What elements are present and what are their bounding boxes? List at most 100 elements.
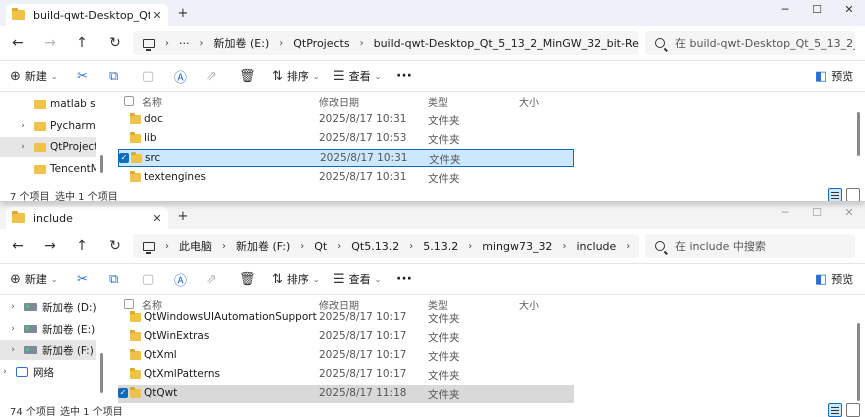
column-type[interactable]: 类型	[428, 94, 448, 109]
select-all-checkbox[interactable]	[124, 299, 134, 309]
add-icon[interactable]: +	[176, 209, 190, 224]
chevron-right-icon[interactable]: ›	[626, 241, 630, 252]
preview-button[interactable]: ◧ 预览	[815, 264, 853, 294]
cut-button[interactable]: ✂	[77, 61, 92, 91]
column-date[interactable]: 修改日期	[319, 94, 359, 109]
new-button[interactable]: ⊕ 新建 ⌄	[10, 264, 58, 294]
close-window-icon[interactable]: ✕	[842, 206, 856, 219]
breadcrumb-item[interactable]: QtProjects	[293, 37, 349, 50]
drive-icon	[24, 303, 37, 311]
sort-button[interactable]: ⇅ 排序 ⌄	[272, 264, 320, 294]
breadcrumb-item[interactable]: include	[576, 240, 616, 253]
forward-icon[interactable]: →	[40, 26, 60, 60]
refresh-icon[interactable]: ↻	[105, 26, 125, 60]
checkmark-icon[interactable]: ✓	[118, 388, 128, 398]
share-button[interactable]: ⇗	[206, 61, 221, 91]
chevron-right-icon[interactable]: ›	[8, 324, 18, 334]
search-input[interactable]: 在 build-qwt-Desktop_Qt_5_13_2_MinGW_	[645, 31, 855, 55]
refresh-icon[interactable]: ↻	[105, 229, 125, 263]
sidebar-item[interactable]: › 新加卷 (E:)	[0, 319, 96, 339]
chevron-right-icon[interactable]: ›	[8, 345, 18, 355]
breadcrumb-item[interactable]: 5.13.2	[423, 240, 458, 253]
cut-button[interactable]: ✂	[77, 264, 92, 294]
rename-button[interactable]: Ⓐ	[174, 61, 191, 91]
tab-include[interactable]: include ✕	[6, 207, 168, 229]
address-bar[interactable]: › ··· › 新加卷 (E:) › QtProjects › build-qw…	[133, 31, 639, 55]
tiles-view-button[interactable]	[846, 188, 860, 201]
details-view-button[interactable]	[828, 188, 842, 201]
preview-button[interactable]: ◧ 预览	[815, 61, 853, 91]
minimize-icon[interactable]: ─	[778, 206, 792, 219]
forward-icon[interactable]: →	[40, 229, 60, 263]
minimize-icon[interactable]: ─	[778, 3, 792, 16]
more-button[interactable]: ···	[396, 61, 412, 91]
chevron-right-icon[interactable]: ›	[18, 121, 28, 131]
rename-button[interactable]: Ⓐ	[174, 264, 191, 294]
sidebar-item[interactable]: › PycharmProj	[0, 116, 96, 136]
column-name[interactable]: 名称	[142, 94, 162, 109]
more-button[interactable]: ···	[396, 264, 412, 294]
file-list-scrollbar[interactable]	[857, 323, 860, 401]
more-crumbs[interactable]: ···	[179, 37, 190, 50]
chevron-right-icon[interactable]: ›	[18, 142, 28, 152]
close-icon[interactable]: ✕	[150, 212, 164, 225]
file-row[interactable]: textengines 2025/8/17 10:31 文件夹	[118, 169, 574, 187]
file-row[interactable]: QtXmlPatterns 2025/8/17 10:17 文件夹	[118, 366, 574, 384]
paste-button[interactable]: ▢	[142, 264, 158, 294]
delete-button[interactable]: 🗑	[239, 61, 260, 91]
file-row[interactable]: QtXml 2025/8/17 10:17 文件夹	[118, 347, 574, 365]
sidebar-item-selected[interactable]: › QtProjects	[0, 137, 96, 157]
add-icon[interactable]: +	[176, 6, 190, 21]
back-icon[interactable]: ←	[8, 26, 28, 60]
chevron-right-icon[interactable]: ›	[0, 367, 10, 377]
chevron-right-icon[interactable]: ›	[8, 302, 18, 312]
file-row[interactable]: QtWindowsUIAutomationSupport 2025/8/17 1…	[118, 309, 574, 327]
breadcrumb-item[interactable]: mingw73_32	[482, 240, 552, 253]
tiles-view-button[interactable]	[846, 403, 860, 417]
breadcrumb-item[interactable]: 新加卷 (E:)	[214, 35, 270, 51]
sidebar-item[interactable]: › 网络	[0, 362, 96, 382]
up-icon[interactable]: ↑	[72, 229, 92, 263]
maximize-icon[interactable]: ☐	[810, 3, 824, 16]
breadcrumb-item[interactable]: Qt5.13.2	[351, 240, 399, 253]
close-icon[interactable]: ✕	[150, 9, 164, 22]
breadcrumb-item[interactable]: build-qwt-Desktop_Qt_5_13_2_MinGW_32_bit…	[374, 37, 639, 50]
view-button[interactable]: ☰ 查看 ⌄	[333, 61, 381, 91]
search-input[interactable]: 在 include 中搜索	[645, 234, 855, 258]
paste-button[interactable]: ▢	[142, 61, 158, 91]
file-row[interactable]: QtWinExtras 2025/8/17 10:17 文件夹	[118, 328, 574, 346]
new-button[interactable]: ⊕ 新建 ⌄	[10, 61, 58, 91]
file-row[interactable]: lib 2025/8/17 10:53 文件夹	[118, 130, 574, 148]
details-view-button[interactable]	[828, 403, 842, 417]
file-row-selected[interactable]: ✓ src 2025/8/17 10:31 文件夹	[118, 149, 574, 167]
breadcrumb-item[interactable]: 新加卷 (F:)	[236, 238, 290, 254]
checkmark-icon[interactable]: ✓	[119, 153, 129, 163]
sidebar-scrollbar[interactable]	[100, 155, 103, 173]
tab-build-qwt[interactable]: build-qwt-Desktop_Qt_5_13_2_ ✕	[6, 4, 168, 26]
sidebar-item[interactable]: TencentMee	[0, 159, 96, 179]
copy-button[interactable]: ⧉	[109, 61, 122, 91]
file-row[interactable]: doc 2025/8/17 10:31 文件夹	[118, 111, 574, 129]
close-window-icon[interactable]: ✕	[842, 3, 856, 16]
maximize-icon[interactable]: ☐	[810, 206, 824, 219]
select-all-checkbox[interactable]	[124, 96, 134, 106]
sidebar-item-selected[interactable]: › 新加卷 (F:)	[0, 340, 96, 360]
breadcrumb-item[interactable]: Qt	[314, 240, 327, 253]
sidebar-scrollbar[interactable]	[100, 353, 103, 393]
back-icon[interactable]: ←	[8, 229, 28, 263]
delete-button[interactable]: 🗑	[239, 264, 260, 294]
address-bar[interactable]: › 此电脑 › 新加卷 (F:) › Qt › Qt5.13.2 › 5.13.…	[133, 234, 639, 258]
view-button[interactable]: ☰ 查看 ⌄	[333, 264, 381, 294]
chevron-right-icon[interactable]: ›	[165, 241, 169, 252]
file-list-scrollbar[interactable]	[857, 112, 860, 156]
sidebar-item[interactable]: matlab simu	[0, 94, 96, 114]
share-button[interactable]: ⇗	[206, 264, 221, 294]
up-icon[interactable]: ↑	[72, 26, 92, 60]
sort-button[interactable]: ⇅ 排序 ⌄	[272, 61, 320, 91]
chevron-right-icon[interactable]: ›	[165, 38, 169, 49]
breadcrumb-item[interactable]: 此电脑	[179, 238, 212, 254]
copy-icon: ⧉	[109, 271, 119, 287]
column-size[interactable]: 大小	[519, 94, 539, 109]
copy-button[interactable]: ⧉	[109, 264, 122, 294]
sidebar-item[interactable]: › 新加卷 (D:)	[0, 297, 96, 317]
